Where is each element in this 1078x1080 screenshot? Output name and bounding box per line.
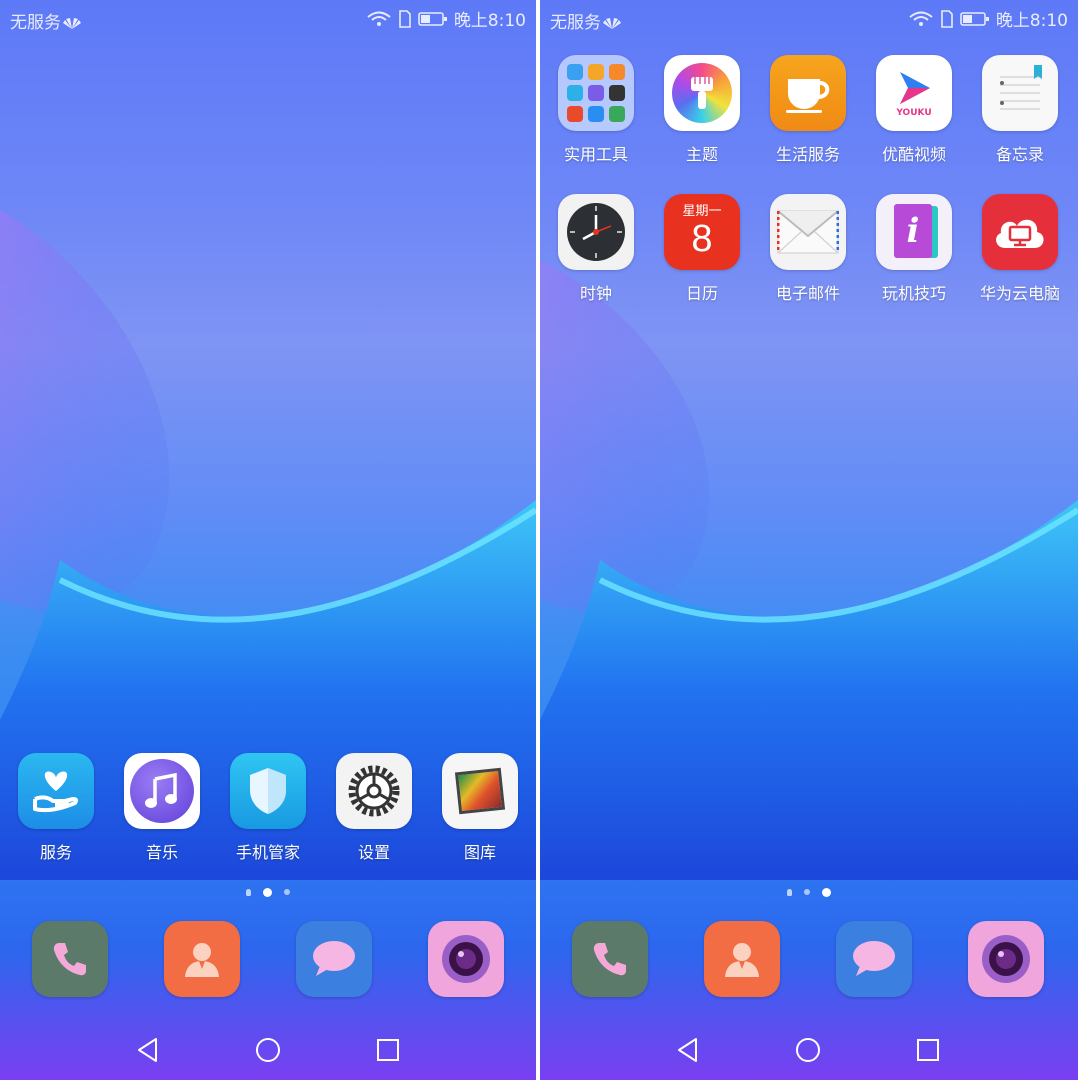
carrier-text: 无服务	[10, 13, 61, 33]
app-calendar[interactable]: 星期一 8 日历	[650, 181, 754, 317]
notepad-icon	[982, 55, 1058, 131]
back-icon[interactable]	[134, 1036, 162, 1064]
app-label: 设置	[357, 843, 390, 862]
page-dot-active[interactable]	[263, 887, 272, 897]
sim-icon	[941, 9, 953, 28]
app-phone-manager[interactable]: 手机管家	[216, 740, 320, 876]
app-settings[interactable]: 设置	[322, 740, 426, 876]
app-clock[interactable]: 时钟	[544, 181, 648, 317]
app-label: 时钟	[579, 284, 612, 303]
coffee-cup-icon	[770, 55, 846, 131]
gallery-icon	[442, 753, 518, 829]
recents-icon[interactable]	[914, 1036, 942, 1064]
phone-icon[interactable]	[572, 921, 648, 997]
app-label: 手机管家	[235, 843, 300, 862]
status-bar: 无服务 晚上8:10	[540, 0, 1078, 36]
battery-icon	[418, 11, 447, 26]
app-label: 主题	[685, 145, 718, 164]
app-label: 电子邮件	[775, 284, 840, 303]
page-indicator	[0, 882, 536, 902]
page-indicator	[540, 882, 1078, 902]
paintbrush-icon	[664, 55, 740, 131]
carrier-label: 无服务	[550, 8, 621, 33]
folder-icon	[558, 55, 634, 131]
wifi-icon	[367, 11, 391, 26]
calendar-day: 8	[691, 218, 713, 260]
cloud-monitor-icon	[982, 194, 1058, 270]
app-label: 备忘录	[995, 145, 1044, 164]
app-label: 音乐	[145, 843, 178, 862]
calendar-weekday: 星期一	[682, 204, 722, 219]
app-label: 图库	[463, 843, 496, 862]
carrier-label: 无服务	[10, 8, 81, 33]
huawei-logo-icon	[63, 18, 81, 29]
page-dot-home[interactable]	[787, 888, 792, 896]
calendar-icon: 星期一 8	[664, 194, 740, 270]
recents-icon[interactable]	[374, 1036, 402, 1064]
page-dot[interactable]	[284, 889, 290, 895]
app-label: 服务	[39, 843, 72, 862]
dock	[540, 905, 1078, 1017]
contacts-icon[interactable]	[704, 921, 780, 997]
app-label: 日历	[685, 284, 718, 303]
info-book-icon: i	[876, 194, 952, 270]
home-icon[interactable]	[254, 1036, 282, 1064]
messages-icon[interactable]	[296, 921, 372, 997]
app-huawei-cloud-pc[interactable]: 华为云电脑	[968, 181, 1072, 317]
app-label: 生活服务	[775, 145, 840, 164]
app-label: 玩机技巧	[881, 284, 946, 303]
back-icon[interactable]	[674, 1036, 702, 1064]
app-life-services[interactable]: 生活服务	[756, 42, 860, 178]
page-dot[interactable]	[804, 889, 810, 895]
page-dot-active[interactable]	[822, 887, 831, 897]
wifi-icon	[909, 11, 933, 26]
app-music[interactable]: 音乐	[110, 740, 214, 876]
youku-logo-text: YOUKU	[896, 108, 932, 118]
messages-icon[interactable]	[836, 921, 912, 997]
clock-time: 晚上8:10	[453, 11, 526, 31]
navigation-bar	[0, 1020, 536, 1080]
home-screen-page-3: 无服务 晚上8:10 实用工具 主题 生活服务 YOUKU 优酷视频 备忘录 时…	[540, 0, 1078, 1080]
app-service[interactable]: 服务	[4, 740, 108, 876]
app-folder-tools[interactable]: 实用工具	[544, 42, 648, 178]
home-screen-page-2: 无服务 晚上8:10 服务 音乐 手机管家 设置 图库	[0, 0, 536, 1080]
status-icons: 晚上8:10	[908, 6, 1068, 31]
app-themes[interactable]: 主题	[650, 42, 754, 178]
app-gallery[interactable]: 图库	[428, 740, 532, 876]
navigation-bar	[540, 1020, 1078, 1080]
clock-time: 晚上8:10	[995, 11, 1068, 31]
app-notepad[interactable]: 备忘录	[968, 42, 1072, 178]
youku-play-icon: YOUKU	[876, 55, 952, 131]
status-icons: 晚上8:10	[366, 6, 526, 31]
phone-icon[interactable]	[32, 921, 108, 997]
app-email[interactable]: 电子邮件	[756, 181, 860, 317]
sim-icon	[399, 9, 411, 28]
gear-icon	[336, 753, 412, 829]
dock	[0, 905, 536, 1017]
camera-icon[interactable]	[968, 921, 1044, 997]
home-icon[interactable]	[794, 1036, 822, 1064]
info-glyph: i	[894, 204, 932, 258]
app-label: 华为云电脑	[979, 284, 1060, 303]
heart-hand-icon	[18, 753, 94, 829]
page-dot-home[interactable]	[246, 888, 251, 896]
app-tips[interactable]: i 玩机技巧	[862, 181, 966, 317]
huawei-logo-icon	[603, 18, 621, 29]
status-bar: 无服务 晚上8:10	[0, 0, 536, 36]
camera-icon[interactable]	[428, 921, 504, 997]
app-label: 实用工具	[563, 145, 628, 164]
app-label: 优酷视频	[881, 145, 946, 164]
shield-icon	[230, 753, 306, 829]
app-youku[interactable]: YOUKU 优酷视频	[862, 42, 966, 178]
carrier-text: 无服务	[550, 13, 601, 33]
music-note-icon	[124, 753, 200, 829]
battery-icon	[960, 11, 989, 26]
contacts-icon[interactable]	[164, 921, 240, 997]
clock-icon	[558, 194, 634, 270]
envelope-icon	[770, 194, 846, 270]
